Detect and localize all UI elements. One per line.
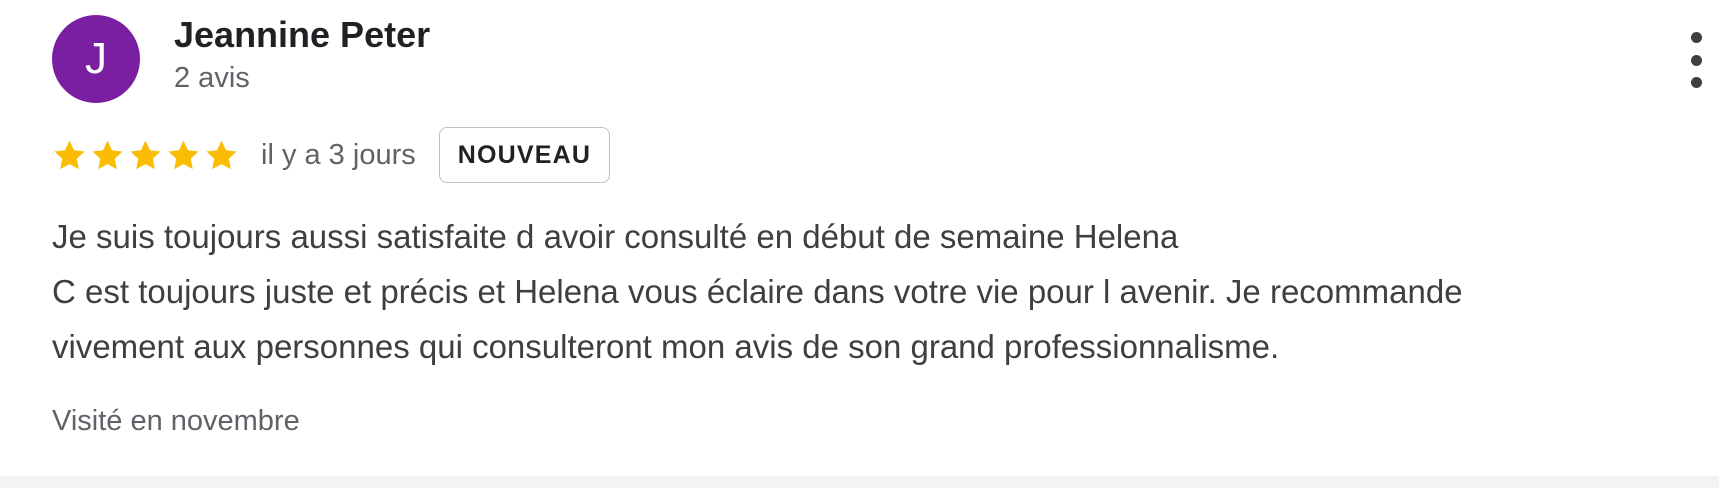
star-icon [92, 140, 123, 169]
review-text-line: Je suis toujours aussi satisfaite d avoi… [52, 218, 1179, 255]
more-vert-icon-dot [1690, 77, 1702, 88]
author-name[interactable]: Jeannine Peter [174, 14, 430, 56]
star-icon [168, 140, 199, 169]
visit-date: Visité en novembre [52, 405, 300, 437]
divider [0, 476, 1719, 488]
more-options-button[interactable] [1676, 32, 1716, 88]
review-card: J Jeannine Peter 2 avis il y a 3 jours N… [0, 0, 1719, 476]
avatar[interactable]: J [52, 15, 140, 103]
review-text: Je suis toujours aussi satisfaite d avoi… [52, 209, 1463, 374]
review-text-line: C est toujours juste et précis et Helena… [52, 273, 1463, 310]
star-icon [130, 140, 161, 169]
avatar-initial: J [85, 34, 107, 83]
review-date: il y a 3 jours [261, 138, 416, 171]
rating-row: il y a 3 jours NOUVEAU [52, 126, 611, 184]
star-icon [54, 140, 85, 169]
more-vert-icon [1690, 32, 1702, 43]
author-review-count[interactable]: 2 avis [174, 62, 250, 95]
review-text-line: vivement aux personnes qui consulteront … [52, 328, 1280, 365]
star-rating [52, 138, 239, 173]
star-icon [206, 140, 237, 169]
new-badge: NOUVEAU [438, 127, 611, 183]
more-vert-icon-dot [1690, 54, 1702, 66]
